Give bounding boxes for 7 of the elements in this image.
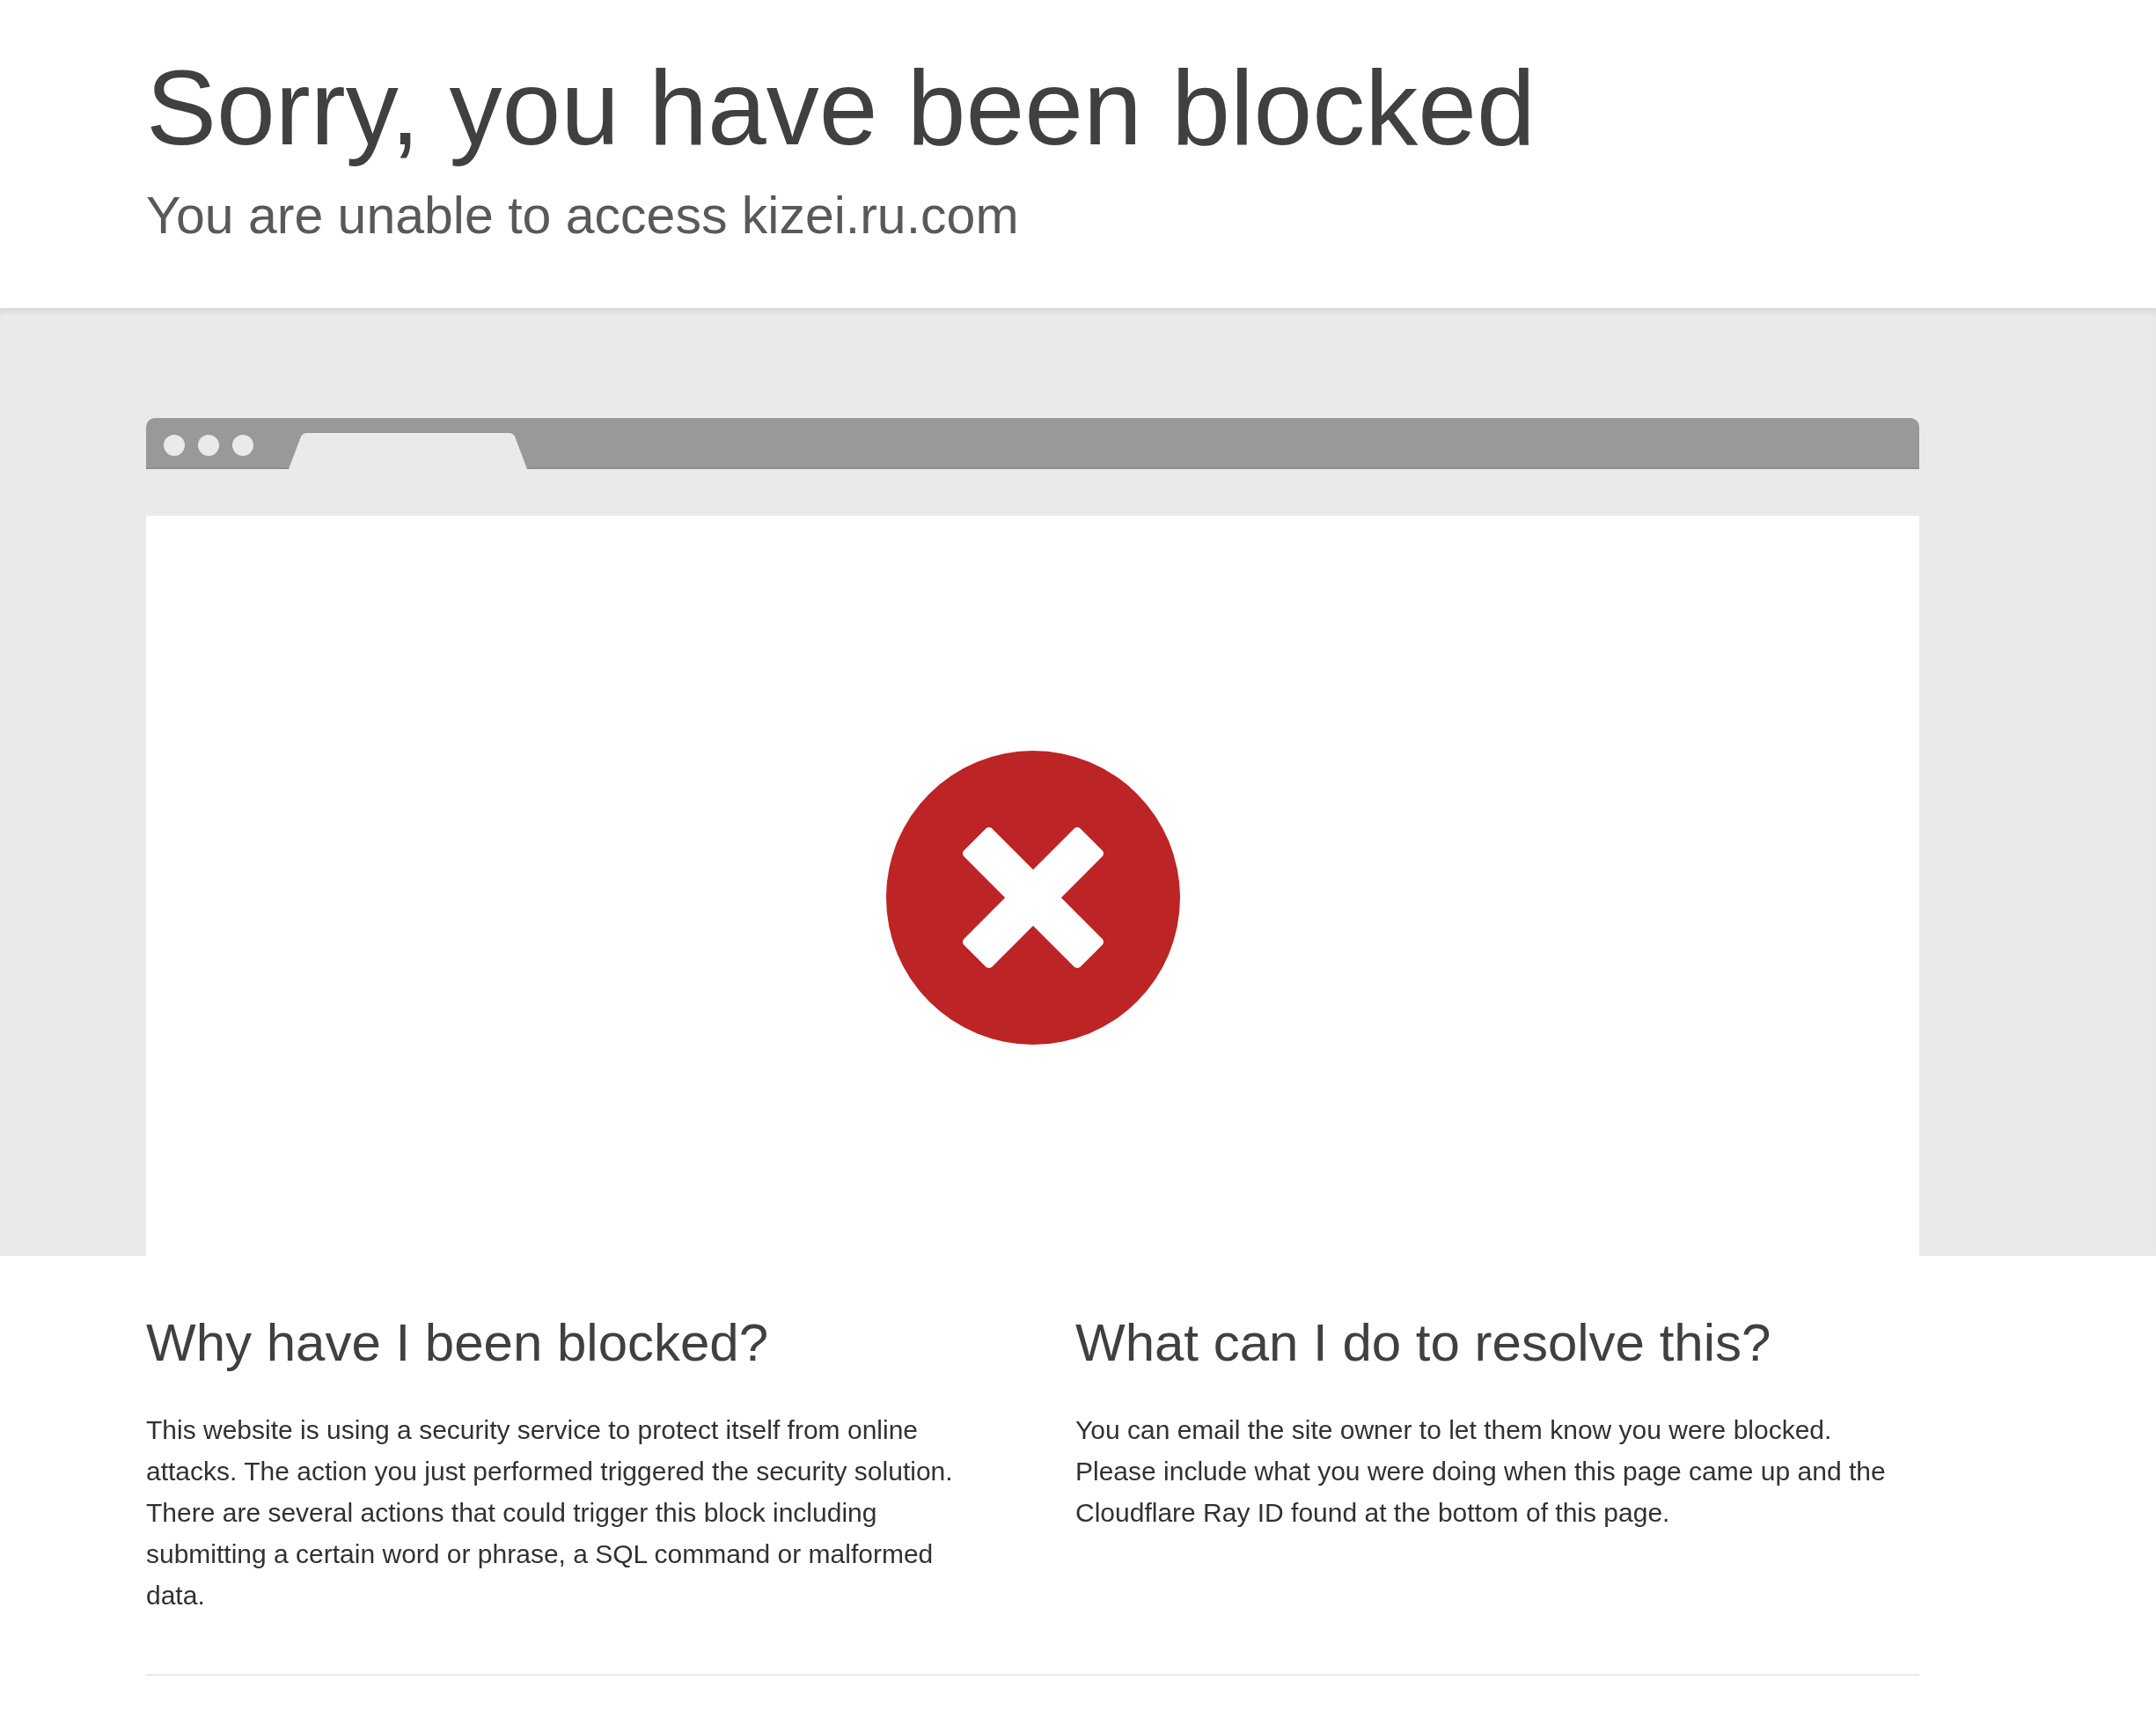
section-paragraph: This website is using a security service to protect itself from online attacks. The action you just performed triggered the security solution. There are several actions that could trigger this block including submitting a certain word or phrase, a SQL command or malformed data. xyxy=(146,1414,954,1611)
page-subtitle: You are unable to access kizei.ru.com xyxy=(146,186,1019,246)
section-heading: Why have I been blocked? xyxy=(146,1312,770,1374)
page-title: Sorry, you have been blocked xyxy=(146,48,1536,168)
x-circle-icon xyxy=(885,751,1180,1045)
section-heading: What can I do to resolve this? xyxy=(1075,1312,1772,1374)
section-paragraph: You can email the site owner to let them know you were blocked. Please include what you were doing when this page came up and the Cloudflare Ray ID found at the bottom of this page. xyxy=(1075,1414,1887,1529)
